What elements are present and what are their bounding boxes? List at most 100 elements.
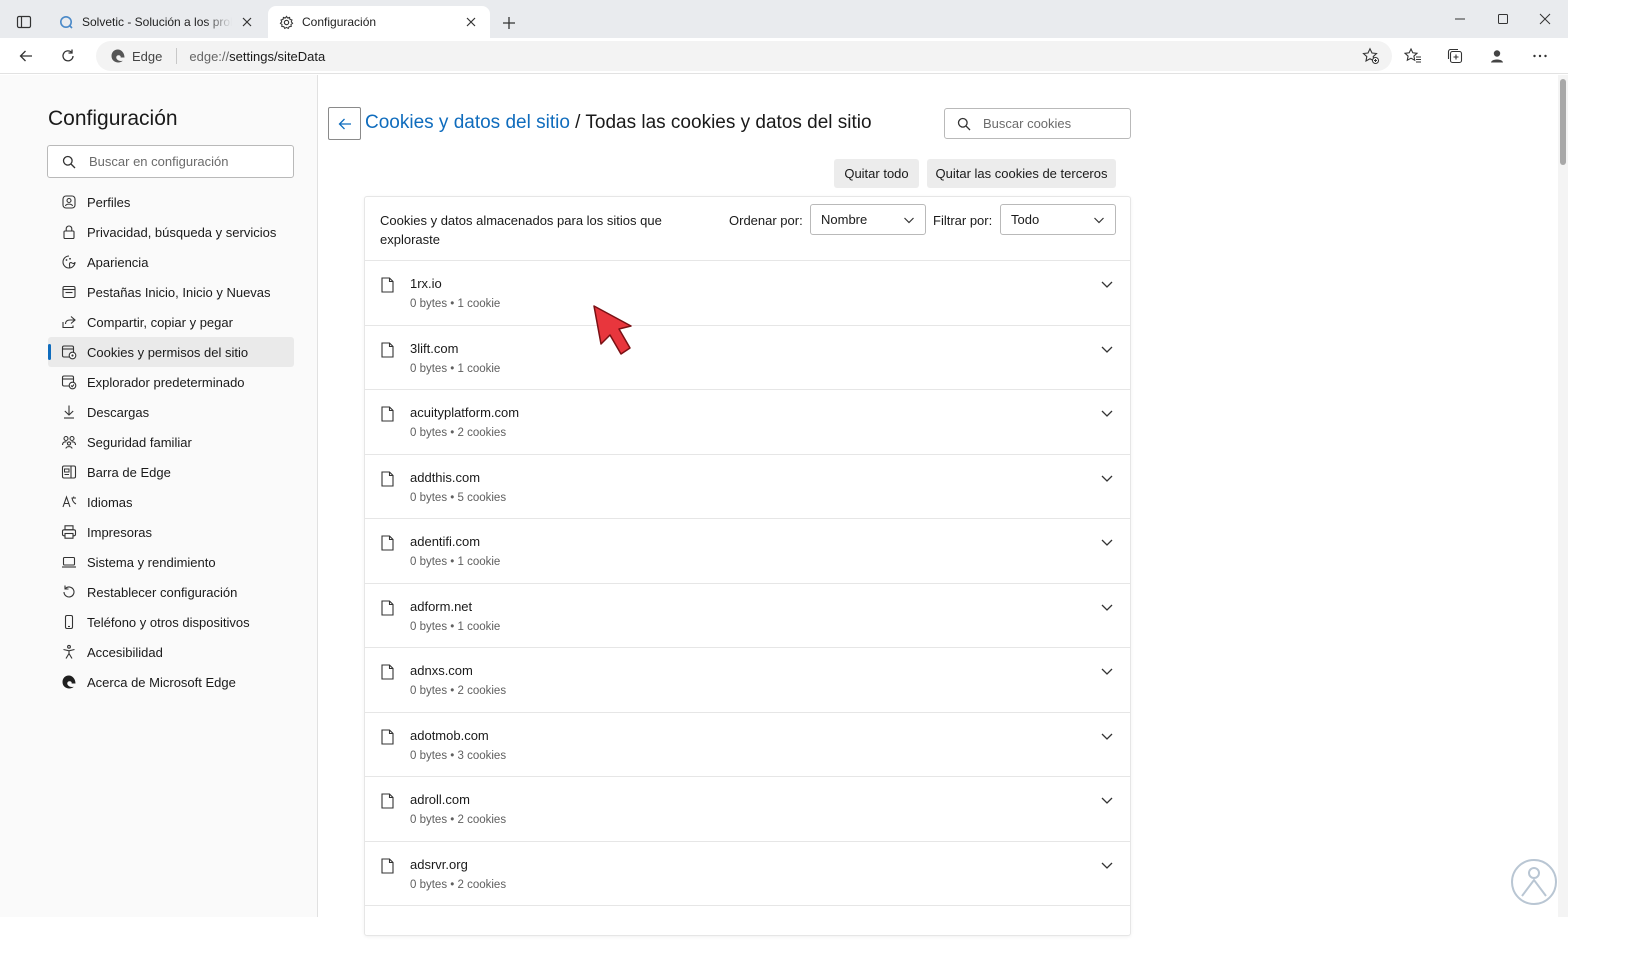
url-scheme: edge:// <box>189 48 230 64</box>
scrollbar-thumb[interactable] <box>1560 79 1566 165</box>
sidebar-item-accesibilidad[interactable]: Accesibilidad <box>48 637 294 667</box>
site-row[interactable]: 1rx.io 0 bytes • 1 cookie <box>365 261 1130 326</box>
site-row[interactable]: 3lift.com 0 bytes • 1 cookie <box>365 326 1130 390</box>
minimize-button[interactable] <box>1437 0 1483 38</box>
avatar-icon <box>1491 50 1503 63</box>
chevron-down-icon[interactable] <box>1099 728 1115 744</box>
add-favorite-icon[interactable] <box>1362 47 1380 65</box>
sidebar-item-sistema[interactable]: Sistema y rendimiento <box>48 547 294 577</box>
address-bar[interactable]: Edge edge://settings/siteData <box>96 41 1392 71</box>
sidebar-item-cookies[interactable]: Cookies y permisos del sitio <box>48 337 294 367</box>
sort-label: Ordenar por: <box>729 213 803 228</box>
sidebar-item-telefono[interactable]: Teléfono y otros dispositivos <box>48 607 294 637</box>
reset-icon <box>61 584 77 600</box>
tab-close-icon[interactable] <box>238 13 256 31</box>
new-tab-button[interactable] <box>496 10 522 36</box>
maximize-button[interactable] <box>1480 0 1526 38</box>
sidebar-item-explorador[interactable]: Explorador predeterminado <box>48 367 294 397</box>
list-description: Cookies y datos almacenados para los sit… <box>380 213 662 247</box>
refresh-button[interactable] <box>54 42 82 70</box>
site-meta: 0 bytes • 2 cookies <box>410 685 507 697</box>
chevron-down-icon[interactable] <box>1099 599 1115 615</box>
more-options-button[interactable] <box>1526 42 1554 70</box>
site-name: adentifi.com <box>410 534 481 549</box>
download-icon <box>61 404 77 420</box>
solvetic-favicon-icon <box>58 14 74 30</box>
sidebar-item-label: Sistema y rendimiento <box>87 554 216 570</box>
tab-configuracion[interactable]: Configuración <box>268 6 490 38</box>
sidebar-item-barra-edge[interactable]: Barra de Edge <box>48 457 294 487</box>
breadcrumb-link[interactable]: Cookies y datos del sitio <box>365 112 570 133</box>
title-bar: Solvetic - Solución a los problemas Conf… <box>0 0 1568 38</box>
breadcrumb-current: Todas las cookies y datos del sitio <box>585 112 872 133</box>
search-icon <box>62 155 76 168</box>
sidebar-item-label: Privacidad, búsqueda y servicios <box>87 224 277 240</box>
chevron-down-icon[interactable] <box>1099 341 1115 357</box>
settings-search-box[interactable] <box>47 145 294 178</box>
settings-search-input[interactable] <box>89 154 279 169</box>
chevron-down-icon[interactable] <box>1099 534 1115 550</box>
tab-solvetic[interactable]: Solvetic - Solución a los problemas <box>48 6 266 38</box>
chevron-down-icon[interactable] <box>1099 405 1115 421</box>
site-name: adnxs.com <box>410 663 473 678</box>
sidebar-item-perfiles[interactable]: Perfiles <box>48 187 294 217</box>
tab-actions-button[interactable] <box>8 8 40 36</box>
sidebar-item-seguridad-familiar[interactable]: Seguridad familiar <box>48 427 294 457</box>
file-icon <box>381 793 394 809</box>
remove-all-button[interactable]: Quitar todo <box>834 159 919 188</box>
chevron-down-icon[interactable] <box>1099 663 1115 679</box>
favorites-icon <box>1404 47 1421 63</box>
chevron-down-icon[interactable] <box>1099 857 1115 873</box>
chevron-down-icon[interactable] <box>1099 276 1115 292</box>
page-scrollbar[interactable] <box>1558 75 1568 917</box>
site-meta: 0 bytes • 3 cookies <box>410 749 507 762</box>
site-name: adsrvr.org <box>410 856 468 872</box>
site-row[interactable]: adentifi.com 0 bytes • 1 cookie <box>365 519 1130 584</box>
sort-dropdown[interactable]: Nombre <box>810 204 926 235</box>
sidebar-item-idiomas[interactable]: Idiomas <box>48 487 294 517</box>
sidebar-item-acerca[interactable]: Acerca de Microsoft Edge <box>48 667 294 697</box>
site-row[interactable]: adform.net 0 bytes • 1 cookie <box>365 584 1130 648</box>
sidebar-item-apariencia[interactable]: Apariencia <box>48 247 294 277</box>
sidebar-item-compartir[interactable]: Compartir, copiar y pegar <box>48 307 294 337</box>
share-icon <box>61 314 77 330</box>
chevron-down-icon[interactable] <box>1099 792 1115 808</box>
site-meta: 0 bytes • 1 cookie <box>410 556 501 568</box>
sidebar-item-label: Compartir, copiar y pegar <box>87 314 233 330</box>
site-row[interactable]: adroll.com 0 bytes • 2 cookies <box>365 777 1130 842</box>
filter-dropdown[interactable]: Todo <box>1000 204 1116 235</box>
sidebar-item-pestanas[interactable]: Pestañas Inicio, Inicio y Nuevas <box>48 277 294 307</box>
page-title: Configuración <box>48 107 178 130</box>
site-row[interactable]: adotmob.com 0 bytes • 3 cookies <box>365 713 1130 777</box>
tab-title: Solvetic - Solución a los problemas <box>82 15 232 29</box>
remove-third-party-button[interactable]: Quitar las cookies de terceros <box>927 159 1116 188</box>
site-meta: 0 bytes • 2 cookies <box>410 814 507 826</box>
sidebar-item-impresoras[interactable]: Impresoras <box>48 517 294 547</box>
site-meta: 0 bytes • 5 cookies <box>410 491 507 504</box>
sidebar-item-restablecer[interactable]: Restablecer configuración <box>48 577 294 607</box>
site-name: 1rx.io <box>410 276 442 291</box>
cookie-search-box[interactable] <box>944 108 1131 139</box>
back-nav-button[interactable] <box>12 42 40 70</box>
site-meta: 0 bytes • 1 cookie <box>410 362 501 375</box>
file-icon <box>381 728 394 745</box>
minimize-icon <box>1455 18 1465 20</box>
settings-sidebar: Configuración Perfiles Privacidad, búsqu… <box>0 75 318 917</box>
breadcrumb: Cookies y datos del sitio / Todas las co… <box>365 112 872 134</box>
close-window-button[interactable] <box>1522 0 1568 38</box>
chevron-down-icon[interactable] <box>1099 470 1115 486</box>
sidebar-item-label: Accesibilidad <box>87 644 163 660</box>
sidebar-item-descargas[interactable]: Descargas <box>48 397 294 427</box>
collections-button[interactable] <box>1441 42 1469 70</box>
site-row[interactable]: addthis.com 0 bytes • 5 cookies <box>365 455 1130 519</box>
cookie-search-input[interactable] <box>983 116 1123 131</box>
gear-icon <box>278 14 294 30</box>
profile-button[interactable] <box>1483 42 1511 70</box>
tab-close-icon[interactable] <box>462 13 480 31</box>
site-row[interactable]: adsrvr.org 0 bytes • 2 cookies <box>365 842 1130 906</box>
back-button[interactable] <box>328 107 361 140</box>
site-row[interactable]: adnxs.com 0 bytes • 2 cookies <box>365 648 1130 713</box>
site-row[interactable]: acuityplatform.com 0 bytes • 2 cookies <box>365 390 1130 455</box>
sidebar-item-privacidad[interactable]: Privacidad, búsqueda y servicios <box>48 217 294 247</box>
favorites-button[interactable] <box>1399 42 1427 70</box>
